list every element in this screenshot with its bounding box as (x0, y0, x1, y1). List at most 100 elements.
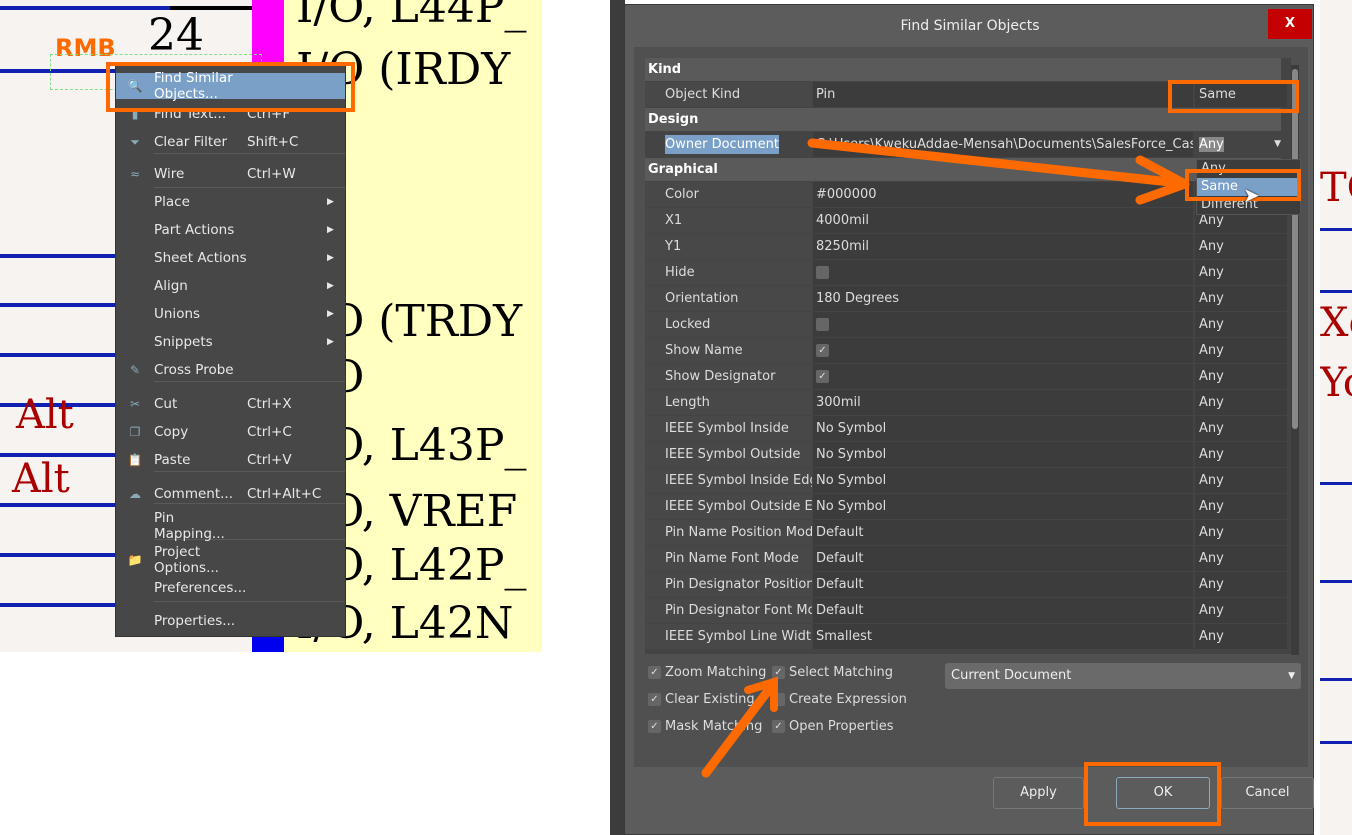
checkbox-unchecked (816, 266, 829, 279)
match-selector[interactable]: Any (1195, 520, 1287, 545)
property-name[interactable]: Length (645, 390, 812, 415)
cross-probe-icon: ✎ (129, 363, 141, 377)
property-row: IEEE Symbol Outside No Symbol Any (645, 442, 1287, 468)
property-name[interactable]: Owner Document (645, 132, 812, 157)
check-icon: ✓ (648, 693, 661, 706)
checkbox-create-expression[interactable]: Create Expression (772, 692, 907, 707)
property-value: 4000mil (813, 208, 1193, 233)
menu-item-label: Copy (154, 424, 189, 440)
apply-button[interactable]: Apply (993, 777, 1084, 809)
property-name[interactable]: IEEE Symbol Outside Edge (645, 494, 812, 519)
property-name[interactable]: Pin Name Position Mode (645, 520, 812, 545)
menu-item-align[interactable]: Align ▶ (116, 273, 345, 299)
property-row: IEEE Symbol Inside No Symbol Any (645, 416, 1287, 442)
close-button[interactable]: X (1268, 9, 1312, 39)
property-name[interactable]: Pin Designator Font Mode (645, 598, 812, 623)
property-name[interactable]: IEEE Symbol Inside (645, 416, 812, 441)
property-value (813, 312, 1193, 337)
property-name[interactable]: Y1 (645, 234, 812, 259)
menu-item-sheet-actions[interactable]: Sheet Actions ▶ (116, 245, 345, 271)
menu-item-unions[interactable]: Unions ▶ (116, 301, 345, 327)
menu-item-part-actions[interactable]: Part Actions ▶ (116, 217, 345, 243)
match-selector[interactable]: Any (1195, 390, 1287, 415)
menu-item-cut[interactable]: ✂ Cut Ctrl+X (116, 391, 345, 417)
submenu-arrow-icon: ▶ (327, 309, 334, 319)
match-selector[interactable]: Any (1195, 572, 1287, 597)
checkbox-zoom-matching[interactable]: ✓ Zoom Matching (648, 665, 766, 680)
menu-item-wire[interactable]: ≈ Wire Ctrl+W (116, 161, 345, 187)
property-name[interactable]: Locked (645, 312, 812, 337)
match-selector[interactable]: Any (1195, 416, 1287, 441)
menu-item-copy[interactable]: ❐ Copy Ctrl+C (116, 419, 345, 445)
property-name[interactable]: Object Kind (645, 82, 812, 107)
checkbox-checked: ✓ (816, 344, 829, 357)
checkbox-select-matching[interactable]: ✓ Select Matching (772, 665, 893, 680)
context-menu: 🔍 Find Similar Objects... ▮ Find Text... Ctr… (115, 62, 346, 637)
menu-item-label: Align (154, 278, 188, 294)
property-name[interactable]: IEEE Symbol Inside Edge (645, 468, 812, 493)
checkbox-mask-matching[interactable]: ✓ Mask Matching (648, 719, 762, 734)
menu-item-project-options[interactable]: 📁 Project Options... (116, 544, 345, 576)
property-value: Default (813, 572, 1193, 597)
checkbox-open-properties[interactable]: ✓ Open Properties (772, 719, 894, 734)
match-selector[interactable]: Any (1195, 598, 1287, 623)
property-name[interactable]: Owner Document (665, 135, 779, 154)
property-row: Pin Name Font Mode Default Any (645, 546, 1287, 572)
match-selector[interactable]: Any (1195, 442, 1287, 467)
match-selector[interactable]: Any (1195, 260, 1287, 285)
checkbox-label: Clear Existing (665, 692, 755, 707)
menu-item-paste[interactable]: 📋 Paste Ctrl+V (116, 447, 345, 473)
property-row: Orientation 180 Degrees Any (645, 286, 1287, 312)
match-selector[interactable]: Any (1195, 624, 1287, 649)
property-value: ✓ (813, 338, 1193, 363)
cancel-button[interactable]: Cancel (1221, 777, 1314, 809)
match-selector[interactable]: Any (1195, 364, 1287, 389)
menu-item-cross-probe[interactable]: ✎ Cross Probe (116, 357, 345, 383)
menu-item-snippets[interactable]: Snippets ▶ (116, 329, 345, 355)
menu-item-pin-mapping[interactable]: Pin Mapping... (116, 510, 345, 542)
menu-item-comment[interactable]: ☁ Comment... Ctrl+Alt+C (116, 481, 345, 507)
match-selector[interactable]: Any (1195, 312, 1287, 337)
property-name[interactable]: Pin Name Font Mode (645, 546, 812, 571)
grid-scrollbar[interactable] (1291, 65, 1299, 655)
menu-item-label: Place (154, 194, 190, 210)
menu-item-preferences[interactable]: Preferences... (116, 575, 345, 601)
match-selector[interactable]: Any (1195, 468, 1287, 493)
copy-icon: ❐ (129, 425, 141, 439)
match-selector[interactable]: Any (1195, 338, 1287, 363)
checkbox-clear-existing[interactable]: ✓ Clear Existing (648, 692, 755, 707)
menu-item-label: Pin Mapping... (154, 510, 225, 542)
section-header-kind[interactable]: Kind (645, 58, 1281, 81)
menu-item-label: Paste (154, 452, 191, 468)
property-name[interactable]: Show Name (645, 338, 812, 363)
submenu-arrow-icon: ▶ (327, 281, 334, 291)
property-name[interactable]: Show Designator (645, 364, 812, 389)
property-name[interactable]: Hide (645, 260, 812, 285)
property-name[interactable]: Color (645, 182, 812, 207)
right-text: Xo (1320, 300, 1352, 346)
checkbox-checked: ✓ (816, 370, 829, 383)
match-selector[interactable]: Any (1195, 234, 1287, 259)
property-name[interactable]: IEEE Symbol Outside (645, 442, 812, 467)
menu-item-shortcut: Ctrl+Alt+C (247, 486, 322, 502)
property-name[interactable]: Pin Designator Position (645, 572, 812, 597)
scope-dropdown[interactable]: Current Document ▼ (945, 663, 1301, 689)
menu-item-clear-filter[interactable]: ⏷ Clear Filter Shift+C (116, 129, 345, 155)
property-value: Default (813, 546, 1193, 571)
match-selector[interactable]: Any (1195, 546, 1287, 571)
menu-item-label: Sheet Actions (154, 250, 247, 266)
property-name[interactable]: IEEE Symbol Line Width (645, 624, 812, 649)
match-selector[interactable]: Any (1195, 286, 1287, 311)
menu-item-properties[interactable]: Properties... (116, 608, 345, 634)
property-name[interactable]: X1 (645, 208, 812, 233)
pin-text: I/O, L44P_ (296, 0, 527, 33)
match-selector[interactable]: Any ▼ (1195, 132, 1287, 157)
check-icon: ✓ (772, 666, 785, 679)
chevron-down-icon: ▼ (1288, 671, 1295, 681)
property-name[interactable]: Orientation (645, 286, 812, 311)
menu-item-place[interactable]: Place ▶ (116, 189, 345, 215)
property-row: Show Name ✓ Any (645, 338, 1287, 364)
property-value: No Symbol (813, 416, 1193, 441)
match-selector[interactable]: Any (1195, 494, 1287, 519)
property-value: Smallest (813, 624, 1193, 649)
